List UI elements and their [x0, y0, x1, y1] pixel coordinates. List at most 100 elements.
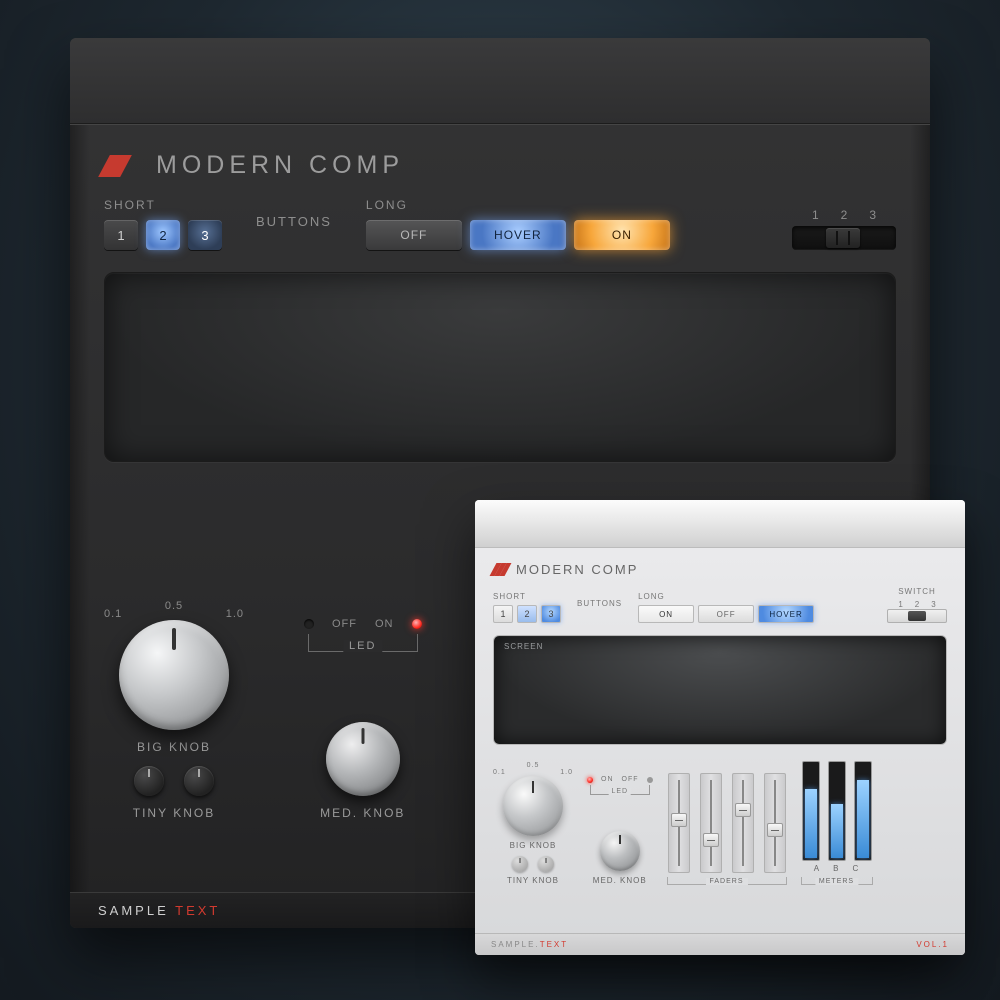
- light-footer-a: SAMPLE.: [491, 940, 540, 949]
- long-button-off[interactable]: OFF: [366, 220, 462, 250]
- footer-text-b: TEXT: [175, 903, 220, 918]
- light-led-label: LED: [608, 788, 631, 795]
- switch-tick-2: 2: [841, 208, 848, 222]
- switch-group: 1 2 3: [792, 208, 896, 250]
- light-short-button-3[interactable]: 3: [541, 605, 561, 623]
- light-top-band: [475, 500, 965, 548]
- short-button-3[interactable]: 3: [188, 220, 222, 250]
- long-buttons-group: LONG OFF HOVER ON: [366, 198, 670, 250]
- light-three-way-switch[interactable]: [887, 609, 947, 623]
- switch-handle: [826, 228, 860, 248]
- light-buttons-label: BUTTONS: [577, 599, 622, 608]
- light-long-label: LONG: [638, 592, 814, 601]
- switch-tick-3: 3: [869, 208, 876, 222]
- dark-top-band: [70, 38, 930, 124]
- short-button-1[interactable]: 1: [104, 220, 138, 250]
- light-footer-vol: VOL.1: [916, 940, 949, 949]
- light-meters-col: A B C METERS: [801, 761, 873, 885]
- big-knob-tick-mid: 0.5: [165, 600, 183, 612]
- faders-label: FADERS: [705, 878, 747, 885]
- light-big-tick-mid: 0.5: [527, 762, 540, 769]
- light-tiny-knob-1[interactable]: [512, 856, 528, 872]
- medium-knob[interactable]: [326, 722, 400, 796]
- big-knob-label: BIG KNOB: [137, 740, 211, 754]
- buttons-label: BUTTONS: [256, 214, 332, 229]
- light-led-off-label: OFF: [622, 776, 639, 783]
- light-led-on-label: ON: [601, 776, 614, 783]
- light-title: MODERN COMP: [516, 562, 638, 577]
- light-switch-label: SWITCH: [898, 587, 936, 596]
- led-off-icon: [304, 619, 314, 629]
- dark-screen: [104, 272, 896, 462]
- tiny-knob-1[interactable]: [134, 766, 164, 796]
- light-switch-tick-2: 2: [915, 600, 919, 609]
- light-short-button-2[interactable]: 2: [517, 605, 537, 623]
- light-long-button-hover[interactable]: HOVER: [758, 605, 814, 623]
- slash-logo-icon: [104, 155, 144, 177]
- long-label: LONG: [366, 198, 670, 212]
- meter-c: [854, 761, 872, 861]
- big-knob-tick-min: 0.1: [104, 608, 122, 620]
- light-big-knob-col: 0.1 0.5 1.0 BIG KNOB TINY KNOB: [493, 764, 573, 885]
- light-big-knob-label: BIG KNOB: [510, 841, 557, 850]
- led-on-icon: [412, 619, 422, 629]
- light-title-row: MODERN COMP: [493, 562, 947, 577]
- three-way-switch[interactable]: [792, 226, 896, 250]
- slash-logo-icon: [493, 563, 508, 576]
- meters-label: METERS: [815, 878, 858, 885]
- meter-label-a: A: [814, 864, 820, 873]
- long-button-on[interactable]: ON: [574, 220, 670, 250]
- footer-text-a: SAMPLE: [98, 903, 175, 918]
- light-long-button-off[interactable]: OFF: [698, 605, 754, 623]
- light-faders-col: FADERS: [667, 773, 787, 885]
- light-short-group: SHORT 1 2 3: [493, 592, 561, 623]
- big-knob-tick-max: 1.0: [226, 608, 244, 620]
- light-footer-b: TEXT: [540, 940, 568, 949]
- fader-1[interactable]: [668, 773, 690, 873]
- led-off-label: OFF: [332, 618, 357, 630]
- light-switch-tick-1: 1: [898, 600, 902, 609]
- medium-knob-label: MED. KNOB: [320, 806, 405, 820]
- dark-title-row: MODERN COMP: [104, 151, 896, 180]
- led-on-label: ON: [375, 618, 394, 630]
- light-short-label: SHORT: [493, 592, 561, 601]
- short-button-2[interactable]: 2: [146, 220, 180, 250]
- light-long-button-on[interactable]: ON: [638, 605, 694, 623]
- light-short-button-1[interactable]: 1: [493, 605, 513, 623]
- light-led-med-col: ON OFF LED MED. KNOB: [587, 776, 653, 885]
- big-knob-column: 0.1 0.5 1.0 BIG KNOB TINY KNOB: [104, 602, 244, 820]
- led-med-column: OFF ON LED MED. KNOB: [304, 618, 422, 820]
- led-block: OFF ON LED: [304, 618, 422, 652]
- big-knob[interactable]: [119, 620, 229, 730]
- light-footer: SAMPLE.TEXT VOL.1: [475, 933, 965, 955]
- meter-label-b: B: [833, 864, 839, 873]
- light-led-on-icon: [587, 777, 593, 783]
- light-unit-panel: MODERN COMP SHORT 1 2 3 BUTTONS LONG ON …: [475, 500, 965, 955]
- light-switch-group: SWITCH 1 2 3: [887, 587, 947, 623]
- light-switch-tick-3: 3: [931, 600, 935, 609]
- light-tiny-knob-2[interactable]: [538, 856, 554, 872]
- short-label: SHORT: [104, 198, 222, 212]
- switch-tick-1: 1: [812, 208, 819, 222]
- light-long-group: LONG ON OFF HOVER: [638, 592, 814, 623]
- meter-b: [828, 761, 846, 861]
- light-tiny-knob-label: TINY KNOB: [507, 876, 559, 885]
- light-screen-label: SCREEN: [504, 642, 543, 651]
- meter-a: [802, 761, 820, 861]
- light-medium-knob-label: MED. KNOB: [593, 876, 647, 885]
- fader-2[interactable]: [700, 773, 722, 873]
- light-medium-knob[interactable]: [600, 831, 640, 871]
- fader-4[interactable]: [764, 773, 786, 873]
- light-switch-handle: [908, 611, 926, 621]
- long-button-hover[interactable]: HOVER: [470, 220, 566, 250]
- meter-label-c: C: [852, 864, 859, 873]
- light-screen: SCREEN: [493, 635, 947, 745]
- light-big-tick-min: 0.1: [493, 769, 506, 776]
- light-big-knob[interactable]: [503, 776, 563, 836]
- short-buttons-group: SHORT 1 2 3: [104, 198, 222, 250]
- led-label: LED: [343, 640, 382, 652]
- tiny-knob-2[interactable]: [184, 766, 214, 796]
- dark-title: MODERN COMP: [156, 151, 404, 180]
- tiny-knob-label: TINY KNOB: [133, 806, 215, 820]
- fader-3[interactable]: [732, 773, 754, 873]
